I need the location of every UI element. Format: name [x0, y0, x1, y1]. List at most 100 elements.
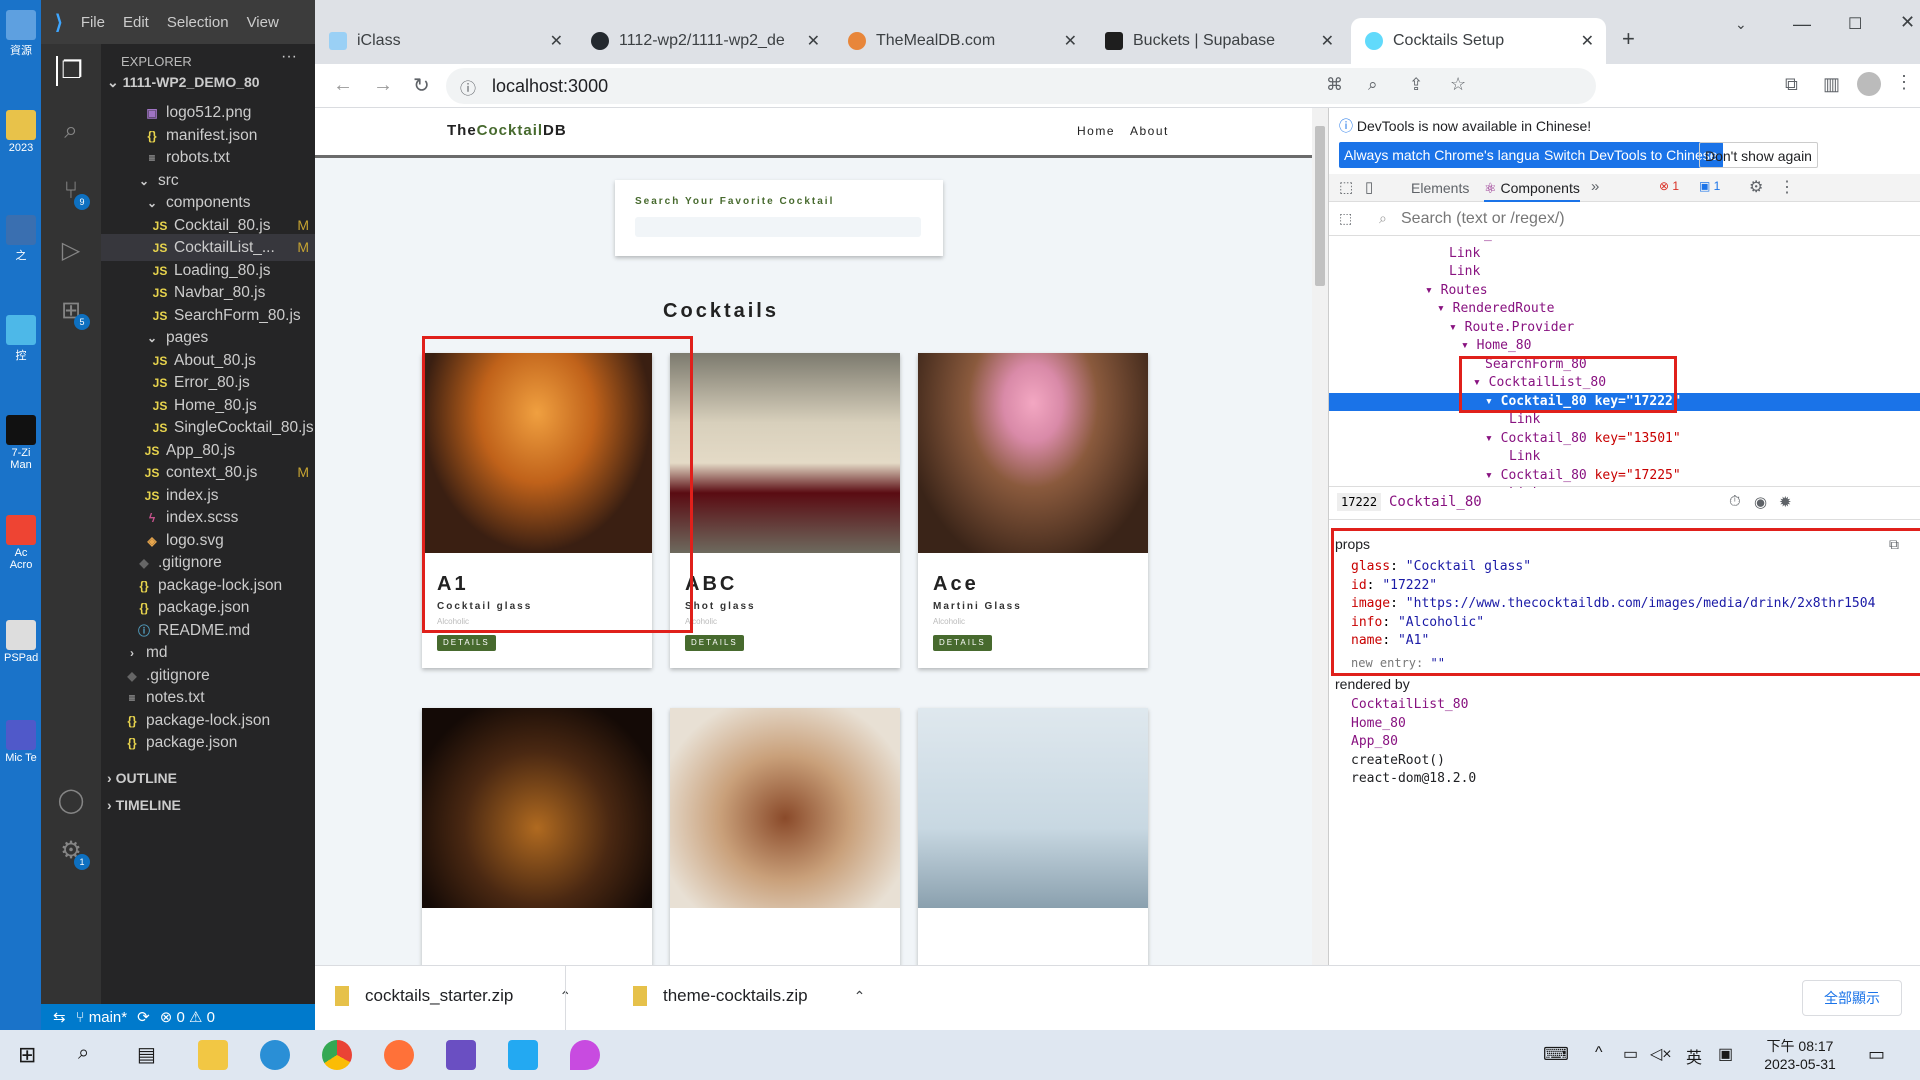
ime-indicator[interactable]: 英 — [1686, 1044, 1702, 1068]
tab-elements[interactable]: Elements — [1411, 180, 1469, 196]
keyboard-icon[interactable]: ⌨ — [1543, 1044, 1569, 1065]
close-window-icon[interactable]: ✕ — [1900, 12, 1915, 33]
run-debug-icon[interactable]: ▷ — [56, 236, 86, 266]
tree-node[interactable]: Link — [1329, 245, 1920, 263]
tree-node[interactable]: ▾ Routes — [1329, 282, 1920, 300]
zoom-icon[interactable]: ⌕ — [1368, 75, 1378, 95]
menu-edit[interactable]: Edit — [123, 14, 149, 31]
details-button[interactable]: DETAILS — [437, 635, 496, 651]
tree-node[interactable]: ▾ Home_80 — [1329, 337, 1920, 355]
tab-supabase[interactable]: Buckets | Supabase ✕ — [1091, 18, 1346, 64]
inspect-element-icon[interactable]: ⬚ — [1339, 178, 1353, 196]
extensions-puzzle-icon[interactable]: ⧉ — [1785, 74, 1798, 95]
side-panel-icon[interactable]: ▥ — [1823, 74, 1840, 95]
message-count-badge[interactable]: ▣ 1 — [1699, 179, 1720, 193]
close-tab-icon[interactable]: ✕ — [1581, 31, 1594, 51]
expand-arrow-icon[interactable]: ▾ — [1461, 338, 1477, 353]
tree-node[interactable]: ▾ Cocktail_80 key="13501" — [1329, 430, 1920, 448]
nav-about-link[interactable]: About — [1130, 124, 1169, 138]
firefox-icon[interactable] — [384, 1040, 414, 1070]
menu-view[interactable]: View — [247, 14, 279, 31]
settings-gear-icon[interactable]: ⚙ 1 — [56, 836, 90, 870]
prop-row[interactable]: name: "A1" — [1351, 630, 1429, 652]
tab-components[interactable]: ⚛ Components — [1484, 174, 1580, 202]
switch-chinese-button[interactable]: Switch DevTools to Chinese — [1539, 142, 1723, 168]
menu-file[interactable]: File — [81, 14, 105, 31]
file-explorer-icon[interactable] — [198, 1040, 228, 1070]
timeline-section[interactable]: › TIMELINE — [107, 797, 181, 813]
more-tabs-icon[interactable]: » — [1591, 178, 1599, 195]
desktop-icon[interactable]: Mic Te — [4, 720, 38, 764]
remote-icon[interactable]: ⇆ — [53, 1008, 66, 1026]
desktop-icon[interactable]: 7-Zi Man — [4, 415, 38, 471]
scrollbar-thumb[interactable] — [1315, 126, 1325, 286]
task-view-icon[interactable]: ▤ — [137, 1042, 156, 1067]
tree-node[interactable]: ▾ RenderedRoute — [1329, 300, 1920, 318]
desktop-icon[interactable]: Ac Acro — [4, 515, 38, 571]
tree-node[interactable]: ▾ Route.Provider — [1329, 319, 1920, 337]
address-bar[interactable]: ⓘ localhost:3000 ⌘ ⌕ ⇪ ☆ — [446, 68, 1596, 104]
outline-section[interactable]: › OUTLINE — [107, 770, 177, 786]
profile-avatar[interactable] — [1857, 72, 1881, 96]
tree-node[interactable]: Navbar_80 — [1329, 238, 1920, 244]
search-icon[interactable]: ⌕ — [56, 116, 86, 146]
page-scrollbar[interactable] — [1312, 108, 1328, 965]
clock[interactable]: 下午 08:17 2023-05-31 — [1760, 1036, 1840, 1072]
tab-iclass[interactable]: iClass ✕ — [315, 18, 575, 64]
sync-icon[interactable]: ⟳ — [137, 1008, 150, 1026]
tree-node[interactable]: Link — [1329, 411, 1920, 429]
minimize-icon[interactable]: — — [1793, 14, 1811, 35]
tab-github[interactable]: 1112-wp2/1111-wp2_de ✕ — [577, 18, 832, 64]
bookmark-star-icon[interactable]: ☆ — [1450, 74, 1466, 95]
more-actions-icon[interactable]: ··· — [281, 48, 297, 66]
close-tab-icon[interactable]: ✕ — [550, 31, 563, 51]
match-language-button[interactable]: Always match Chrome's language — [1339, 142, 1561, 168]
devtools-menu-icon[interactable]: ⋮ — [1779, 177, 1795, 197]
network-icon[interactable]: ▭ — [1623, 1044, 1638, 1064]
tree-node[interactable]: Link — [1329, 263, 1920, 281]
site-logo[interactable]: TheCocktailDB — [447, 122, 567, 139]
share-icon[interactable]: ⇪ — [1409, 75, 1423, 95]
download-item[interactable]: theme-cocktails.zip ⌃ — [633, 986, 865, 1006]
device-toolbar-icon[interactable]: ▯ — [1365, 178, 1373, 196]
forward-icon[interactable]: → — [373, 74, 393, 97]
translate-icon[interactable]: ⌘ — [1326, 75, 1343, 95]
problems-indicator[interactable]: ⊗ 0 ⚠ 0 — [160, 1008, 215, 1026]
dont-show-button[interactable]: Don't show again — [1699, 142, 1818, 168]
back-icon[interactable]: ← — [333, 74, 353, 97]
branch-indicator[interactable]: ⑂ main* — [76, 1009, 128, 1026]
file-item[interactable]: {} package.json — [101, 729, 315, 756]
error-count-badge[interactable]: ⊗ 1 — [1659, 179, 1679, 193]
volume-muted-icon[interactable]: ◁× — [1650, 1044, 1672, 1064]
tab-cocktails-setup[interactable]: Cocktails Setup ✕ — [1351, 18, 1606, 64]
select-element-icon[interactable]: ⬚ — [1339, 210, 1352, 227]
desktop-icon[interactable]: 之 — [4, 215, 38, 263]
details-button[interactable]: DETAILS — [933, 635, 992, 651]
files-icon[interactable]: ❐ — [56, 56, 86, 86]
start-windows-icon[interactable]: ⊞ — [18, 1042, 36, 1068]
chrome-menu-icon[interactable]: ⋮ — [1895, 72, 1913, 93]
expand-arrow-icon[interactable]: ▾ — [1425, 283, 1441, 298]
extensions-icon[interactable]: ⊞ 5 — [56, 296, 90, 330]
close-tab-icon[interactable]: ✕ — [1064, 31, 1077, 51]
chevron-up-icon[interactable]: ^ — [1595, 1044, 1603, 1062]
download-item[interactable]: cocktails_starter.zip ⌃ — [335, 986, 571, 1006]
tab-themealdb[interactable]: TheMealDB.com ✕ — [834, 18, 1089, 64]
details-button[interactable]: DETAILS — [685, 635, 744, 651]
search-input[interactable] — [635, 217, 921, 237]
notifications-icon[interactable]: ▭ — [1868, 1044, 1885, 1065]
reload-icon[interactable]: ↻ — [413, 73, 430, 98]
project-root[interactable]: ⌄ 1111-WP2_DEMO_80 — [107, 74, 260, 91]
account-icon[interactable]: ◯ — [56, 786, 86, 816]
component-search-input[interactable]: Search (text or /regex/) — [1401, 210, 1565, 228]
bug-icon[interactable]: ✹ — [1779, 493, 1792, 511]
desktop-icon[interactable]: PSPad — [4, 620, 38, 664]
close-tab-icon[interactable]: ✕ — [807, 31, 820, 51]
tab-search-icon[interactable]: ⌄ — [1735, 16, 1747, 33]
ime-mode-icon[interactable]: ▣ — [1718, 1044, 1733, 1064]
show-all-button[interactable]: 全部顯示 — [1802, 980, 1902, 1016]
desktop-icon[interactable]: 資源 — [4, 10, 38, 58]
app-icon[interactable] — [570, 1040, 600, 1070]
desktop-folder-icon[interactable]: 2023 — [4, 110, 38, 154]
expand-arrow-icon[interactable]: ▾ — [1485, 431, 1501, 446]
